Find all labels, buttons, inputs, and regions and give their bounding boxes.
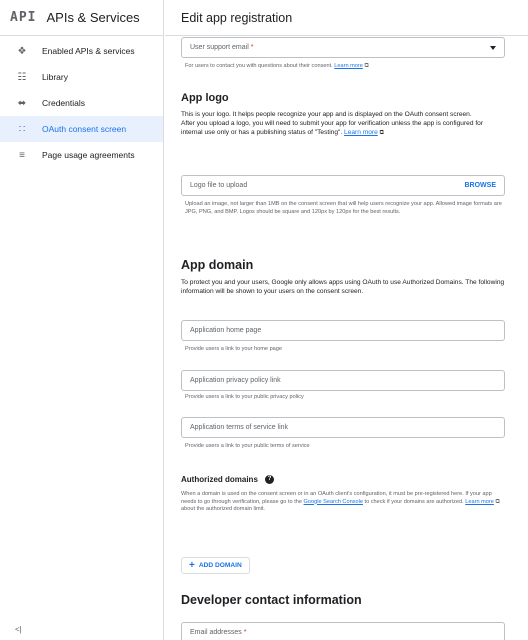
- app-home-page-placeholder: Application home page: [190, 327, 262, 334]
- add-domain-label: ADD DOMAIN: [198, 562, 242, 569]
- settings-list-icon: ≡: [19, 149, 25, 161]
- sidebar-item-label: Enabled APIs & services: [42, 46, 135, 56]
- privacy-policy-input[interactable]: Application privacy policy link: [181, 370, 505, 391]
- privacy-policy-placeholder: Application privacy policy link: [190, 377, 281, 384]
- sidebar-item-credentials[interactable]: ⬌ Credentials: [0, 90, 163, 116]
- sidebar-nav: ❖ Enabled APIs & services ☷ Library ⬌ Cr…: [0, 38, 163, 168]
- home-page-helper: Provide users a link to your home page: [185, 346, 283, 352]
- privacy-policy-helper: Provide users a link to your public priv…: [185, 394, 304, 400]
- terms-of-service-input[interactable]: Application terms of service link: [181, 417, 505, 438]
- authorized-domains-heading-text: Authorized domains: [181, 475, 258, 484]
- learn-more-link[interactable]: Learn more: [344, 129, 378, 136]
- app-domain-heading: App domain: [181, 258, 254, 272]
- sidebar-item-page-usage[interactable]: ≡ Page usage agreements: [0, 142, 163, 168]
- developer-contact-heading: Developer contact information: [181, 593, 362, 607]
- sidebar-item-label: Library: [42, 72, 68, 82]
- app-logo-description: This is your logo. It helps people recog…: [181, 110, 505, 139]
- browse-button[interactable]: BROWSE: [465, 182, 497, 189]
- support-email-helper: For users to contact you with questions …: [185, 63, 369, 70]
- learn-more-link[interactable]: Learn more: [334, 63, 363, 69]
- sidebar: API APIs & Services ❖ Enabled APIs & ser…: [0, 0, 164, 640]
- authorized-domains-heading: Authorized domains ?: [181, 475, 275, 485]
- sidebar-item-enabled-apis[interactable]: ❖ Enabled APIs & services: [0, 38, 163, 64]
- user-support-email-placeholder: User support email: [190, 44, 249, 51]
- main-panel: Edit app registration User support email…: [165, 0, 528, 640]
- required-marker: *: [243, 629, 247, 636]
- authorized-domains-text-b: to check if your domains are authorized.: [364, 498, 464, 505]
- logo-file-helper: Upload an image, not larger than 1MB on …: [185, 201, 502, 215]
- sidebar-title: APIs & Services: [46, 10, 140, 25]
- app-logo-para-1: This is your logo. It helps people recog…: [181, 111, 472, 118]
- google-search-console-link[interactable]: Google Search Console: [304, 499, 363, 505]
- app-logo-para-2-text: After you upload a logo, you will need t…: [181, 120, 484, 137]
- external-link-icon: ⧉: [495, 498, 500, 505]
- key-icon: ⬌: [17, 97, 27, 109]
- app-domain-description: To protect you and your users, Google on…: [181, 279, 505, 296]
- app-home-page-input[interactable]: Application home page: [181, 320, 505, 341]
- user-support-email-select[interactable]: User support email *: [181, 37, 505, 58]
- sidebar-item-label: Credentials: [42, 98, 85, 108]
- add-domain-button[interactable]: + ADD DOMAIN: [181, 557, 250, 574]
- required-marker: *: [250, 44, 254, 51]
- sidebar-item-oauth-consent[interactable]: ∷ OAuth consent screen: [0, 116, 163, 142]
- app-logo-heading: App logo: [181, 92, 229, 104]
- plus-icon: +: [189, 559, 195, 571]
- authorized-domains-description: When a domain is used on the consent scr…: [181, 491, 503, 514]
- sidebar-header: API APIs & Services: [0, 0, 163, 36]
- developer-email-input[interactable]: Email addresses *: [181, 622, 505, 640]
- logo-file-input[interactable]: Logo file to upload BROWSE: [181, 175, 505, 196]
- helper-text: For users to contact you with questions …: [185, 63, 333, 69]
- app-logo-para-2: After you upload a logo, you will need t…: [181, 119, 505, 138]
- sidebar-item-label: OAuth consent screen: [42, 124, 127, 134]
- consent-icon: ∷: [18, 123, 26, 135]
- terms-of-service-placeholder: Application terms of service link: [190, 424, 289, 431]
- library-icon: ☷: [17, 71, 27, 83]
- learn-more-link[interactable]: Learn more: [465, 499, 494, 505]
- sidebar-item-label: Page usage agreements: [42, 150, 135, 160]
- terms-helper: Provide users a link to your public term…: [185, 443, 310, 449]
- external-link-icon: ⧉: [379, 130, 384, 137]
- api-logo-icon: API: [10, 10, 37, 25]
- developer-email-placeholder: Email addresses: [190, 629, 242, 636]
- collapse-sidebar-icon[interactable]: <|: [15, 625, 22, 634]
- authorized-domains-text-c: about the authorized domain limit.: [181, 506, 265, 513]
- external-link-icon: ⧉: [364, 63, 369, 69]
- chevron-down-icon: [490, 45, 496, 50]
- help-icon[interactable]: ?: [265, 475, 275, 485]
- sidebar-item-library[interactable]: ☷ Library: [0, 64, 163, 90]
- logo-file-placeholder: Logo file to upload: [190, 182, 248, 189]
- enabled-apis-icon: ❖: [17, 45, 27, 57]
- page-title: Edit app registration: [165, 0, 528, 36]
